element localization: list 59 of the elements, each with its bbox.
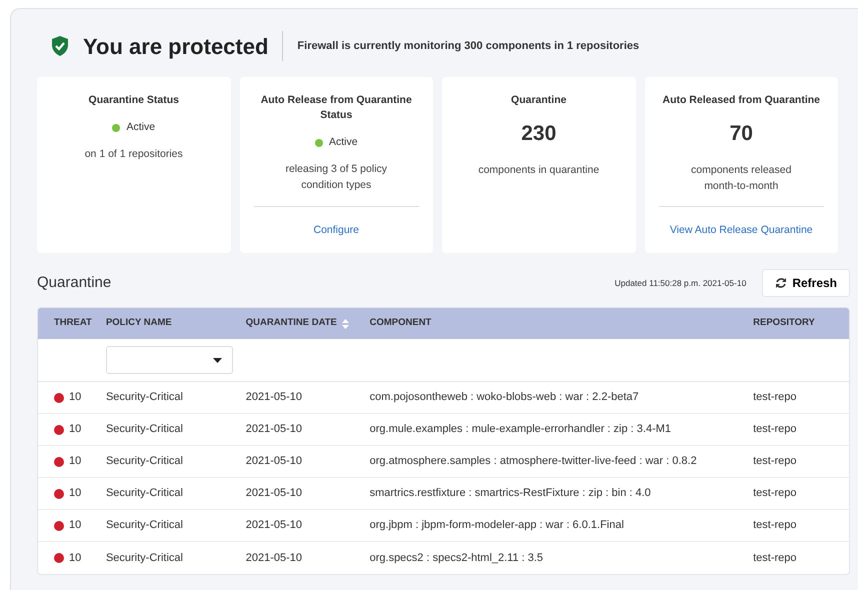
sort-icon[interactable] [342, 318, 349, 328]
table-cell-text: Security-Critical [106, 390, 184, 406]
card-detail: components released month-to-month [690, 162, 792, 194]
table-cell-text: 2021-05-10 [246, 518, 304, 534]
threat-level: 10 [69, 486, 82, 502]
caret-icon [213, 358, 222, 362]
threat-level: 10 [69, 422, 82, 438]
card-link[interactable]: View Auto Release Quarantine [670, 207, 813, 253]
monitoring-summary: Firewall is currently monitoring 300 components in 1 repositories [297, 38, 640, 54]
card-detail: components in quarantine [478, 162, 600, 178]
table-cell-text: 2021-05-10 [246, 486, 304, 502]
threat-level: 10 [69, 518, 82, 534]
table-cell-text: smartrics.restfixture : smartrics-RestFixture : zip : bin : 4.0 [370, 486, 652, 502]
page-title: You are protected [83, 32, 268, 61]
card-title: Auto Released from Quarantine [662, 93, 820, 108]
table-cell-text: 2021-05-10 [246, 550, 304, 566]
table-cell-text: test-repo [753, 486, 798, 502]
table-cell-text: Security-Critical [106, 422, 184, 438]
table-cell-text: 2021-05-10 [246, 454, 304, 470]
card-link[interactable]: Configure [313, 207, 360, 253]
status-text: Active [126, 120, 156, 136]
card-detail: releasing 3 of 5 policy condition types [284, 162, 388, 194]
column-header[interactable]: QUARANTINE DATE [246, 316, 337, 331]
table-cell-text: test-repo [753, 518, 798, 534]
column-header: COMPONENT [370, 317, 432, 328]
threat-level: 10 [69, 550, 82, 566]
card-title: Auto Release from Quarantine Status [260, 93, 413, 124]
shield-check-icon [51, 36, 69, 56]
section-title: Quarantine [37, 272, 112, 293]
threat-level: 10 [69, 390, 82, 406]
column-header: REPOSITORY [753, 317, 815, 328]
table-cell-text: Security-Critical [106, 550, 184, 566]
table-cell-text: com.pojosontheweb : woko-blobs-web : war : 2.2-beta7 [370, 390, 640, 406]
table-cell-text: org.mule.examples : mule-example-errorhandler : zip : 3.4-M1 [370, 422, 672, 438]
table-cell-text: test-repo [753, 550, 798, 566]
status-text: Active [328, 135, 358, 150]
table-cell-text: 2021-05-10 [246, 422, 304, 438]
column-header: THREAT [54, 316, 92, 330]
column-header: POLICY NAME [106, 317, 172, 328]
refresh-button[interactable]: Refresh [762, 269, 850, 297]
table-cell-text: Security-Critical [106, 486, 184, 502]
card-detail: on 1 of 1 repositories [84, 146, 183, 162]
card-title: Quarantine Status [88, 93, 179, 108]
threat-level: 10 [69, 454, 82, 470]
table-cell-text: test-repo [753, 390, 798, 406]
table-cell-text: Security-Critical [106, 454, 184, 470]
count-value: 70 [730, 121, 753, 148]
count-value: 230 [521, 121, 556, 148]
table-cell-text: org.jbpm : jbpm-form-modeler-app : war : 6.0.1.Final [370, 518, 625, 534]
refresh-icon [775, 277, 788, 289]
updated-timestamp: Updated 11:50:28 p.m. 2021-05-10 [614, 276, 746, 290]
card-title: Quarantine [511, 93, 566, 108]
table-cell-text: Security-Critical [106, 518, 184, 534]
table-cell-text: org.specs2 : specs2-html_2.11 : 3.5 [370, 550, 544, 566]
policy-filter-dropdown[interactable] [106, 346, 233, 374]
table-cell-text: org.atmosphere.samples : atmosphere-twitter-live-feed : war : 0.8.2 [370, 454, 698, 470]
table-cell-text: test-repo [753, 422, 798, 438]
table-cell-text: test-repo [753, 454, 798, 470]
table-cell-text: 2021-05-10 [246, 390, 304, 406]
